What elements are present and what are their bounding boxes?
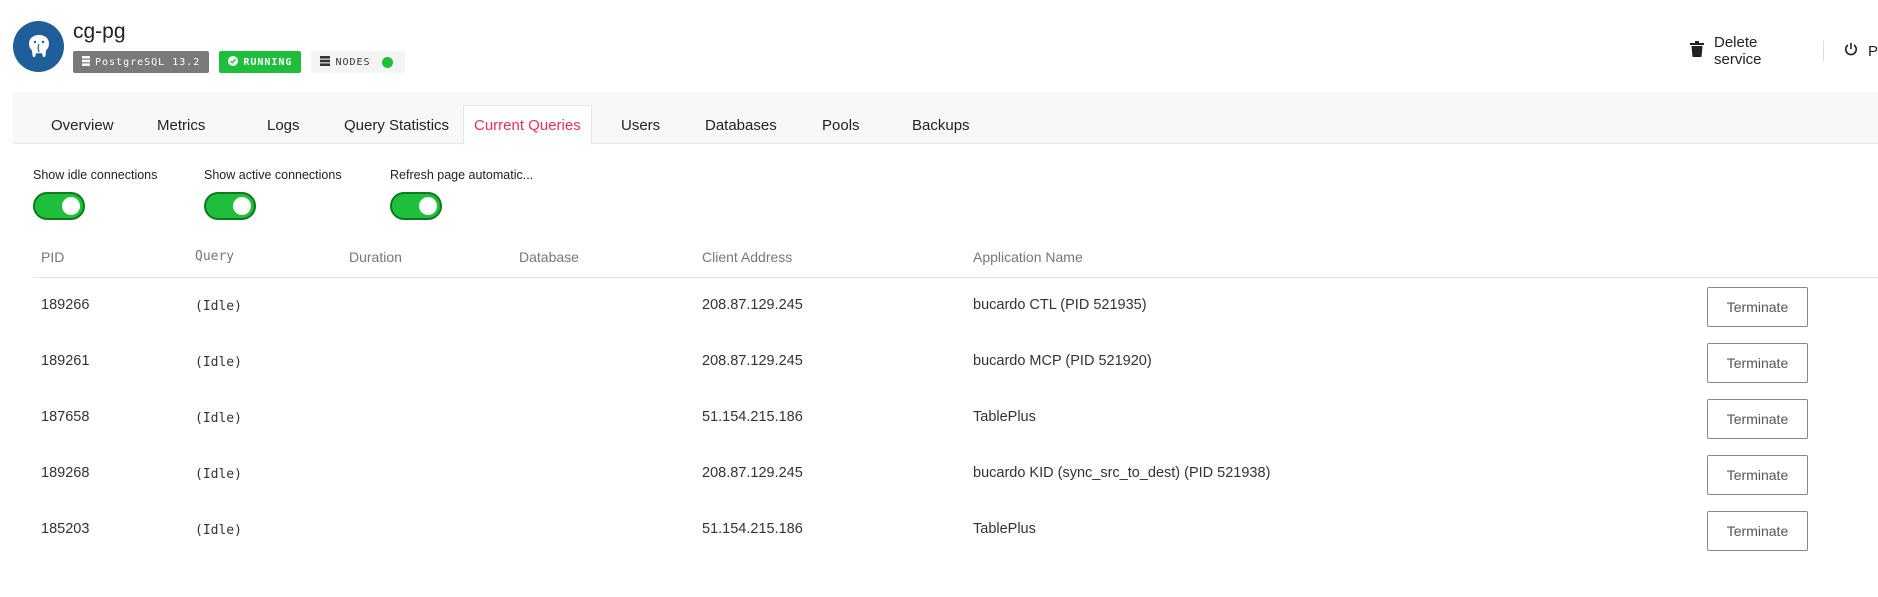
cell-query: (Idle) xyxy=(195,299,242,314)
toggle-knob xyxy=(62,197,80,215)
cell-application-name: bucardo CTL (PID 521935) xyxy=(973,297,1147,313)
auto-refresh-label: Refresh page automatic... xyxy=(390,168,534,182)
service-badges: PostgreSQL 13.2 RUNNING NODES xyxy=(73,51,405,73)
delete-service-label: Delete service xyxy=(1714,34,1762,68)
trash-icon xyxy=(1690,41,1704,61)
tab-pools[interactable]: Pools xyxy=(822,105,860,145)
cell-client-address: 208.87.129.245 xyxy=(702,353,803,369)
table-header: PID Query Duration Database Client Addre… xyxy=(33,245,1878,278)
cell-client-address: 51.154.215.186 xyxy=(702,521,803,537)
nodes-badge-label: NODES xyxy=(335,56,371,68)
power-label: P xyxy=(1867,42,1878,60)
terminate-button[interactable]: Terminate xyxy=(1707,511,1808,551)
header-actions: Delete service P xyxy=(1690,34,1878,68)
node-status-dot xyxy=(381,56,393,68)
cell-pid: 189268 xyxy=(41,465,90,481)
terminate-button[interactable]: Terminate xyxy=(1707,455,1808,495)
tab-overview[interactable]: Overview xyxy=(51,105,114,145)
toggle-knob xyxy=(419,197,437,215)
service-header: cg-pg PostgreSQL 13.2 RUNNING NODES Dele… xyxy=(0,0,1878,92)
cell-application-name: TablePlus xyxy=(973,409,1036,425)
tab-bar: Overview Metrics Logs Query Statistics C… xyxy=(13,92,1878,145)
tab-current-queries[interactable]: Current Queries xyxy=(463,105,592,145)
terminate-button[interactable]: Terminate xyxy=(1707,399,1808,439)
idle-connections-toggle[interactable] xyxy=(33,192,85,220)
tab-query-statistics[interactable]: Query Statistics xyxy=(344,105,449,145)
version-badge-label: PostgreSQL 13.2 xyxy=(95,56,201,68)
cell-application-name: bucardo KID (sync_src_to_dest) (PID 5219… xyxy=(973,465,1271,481)
toggle-knob xyxy=(233,197,251,215)
cell-query: (Idle) xyxy=(195,467,242,482)
delete-service-button[interactable]: Delete service xyxy=(1690,34,1803,68)
cell-client-address: 208.87.129.245 xyxy=(702,297,803,313)
cell-query: (Idle) xyxy=(195,355,242,370)
cell-client-address: 208.87.129.245 xyxy=(702,465,803,481)
table-row: 189266 (Idle) 208.87.129.245 bucardo CTL… xyxy=(33,278,1878,334)
version-badge: PostgreSQL 13.2 xyxy=(73,51,210,73)
database-icon xyxy=(82,55,90,69)
cell-pid: 187658 xyxy=(41,409,90,425)
cell-pid: 189266 xyxy=(41,297,90,313)
table-row: 187658 (Idle) 51.154.215.186 TablePlus T… xyxy=(33,390,1878,446)
current-queries-table: PID Query Duration Database Client Addre… xyxy=(33,245,1878,558)
column-header-application-name[interactable]: Application Name xyxy=(973,249,1083,265)
cell-query: (Idle) xyxy=(195,411,242,426)
nodes-badge[interactable]: NODES xyxy=(311,51,405,73)
cell-pid: 185203 xyxy=(41,521,90,537)
status-badge: RUNNING xyxy=(219,51,302,73)
power-icon xyxy=(1844,41,1858,61)
column-header-query[interactable]: Query xyxy=(195,249,234,264)
cell-pid: 189261 xyxy=(41,353,90,369)
table-row: 185203 (Idle) 51.154.215.186 TablePlus T… xyxy=(33,502,1878,558)
cell-query: (Idle) xyxy=(195,523,242,538)
column-header-pid[interactable]: PID xyxy=(41,249,64,265)
active-connections-toggle[interactable] xyxy=(204,192,256,220)
active-connections-label: Show active connections xyxy=(204,168,342,182)
cell-application-name: bucardo MCP (PID 521920) xyxy=(973,353,1152,369)
column-header-duration[interactable]: Duration xyxy=(349,249,402,265)
table-row: 189261 (Idle) 208.87.129.245 bucardo MCP… xyxy=(33,334,1878,390)
auto-refresh-toggle-group: Refresh page automatic... xyxy=(390,168,533,220)
service-title: cg-pg xyxy=(73,20,126,43)
active-connections-toggle-group: Show active connections xyxy=(204,168,342,220)
postgres-elephant-icon xyxy=(13,21,64,72)
status-badge-label: RUNNING xyxy=(243,56,293,68)
power-button[interactable]: P xyxy=(1844,41,1878,61)
auto-refresh-toggle[interactable] xyxy=(390,192,442,220)
server-stack-icon xyxy=(320,55,331,69)
action-divider xyxy=(1823,41,1824,61)
tab-backups[interactable]: Backups xyxy=(912,105,970,145)
terminate-button[interactable]: Terminate xyxy=(1707,343,1808,383)
column-header-database[interactable]: Database xyxy=(519,249,579,265)
tab-users[interactable]: Users xyxy=(621,105,660,145)
cell-application-name: TablePlus xyxy=(973,521,1036,537)
column-header-client-address[interactable]: Client Address xyxy=(702,249,792,265)
terminate-button[interactable]: Terminate xyxy=(1707,287,1808,327)
tab-metrics[interactable]: Metrics xyxy=(157,105,205,145)
cell-client-address: 51.154.215.186 xyxy=(702,409,803,425)
check-circle-icon xyxy=(228,55,239,69)
table-row: 189268 (Idle) 208.87.129.245 bucardo KID… xyxy=(33,446,1878,502)
tab-databases[interactable]: Databases xyxy=(705,105,777,145)
idle-connections-label: Show idle connections xyxy=(33,168,158,182)
tab-logs[interactable]: Logs xyxy=(267,105,300,145)
idle-connections-toggle-group: Show idle connections xyxy=(33,168,157,220)
